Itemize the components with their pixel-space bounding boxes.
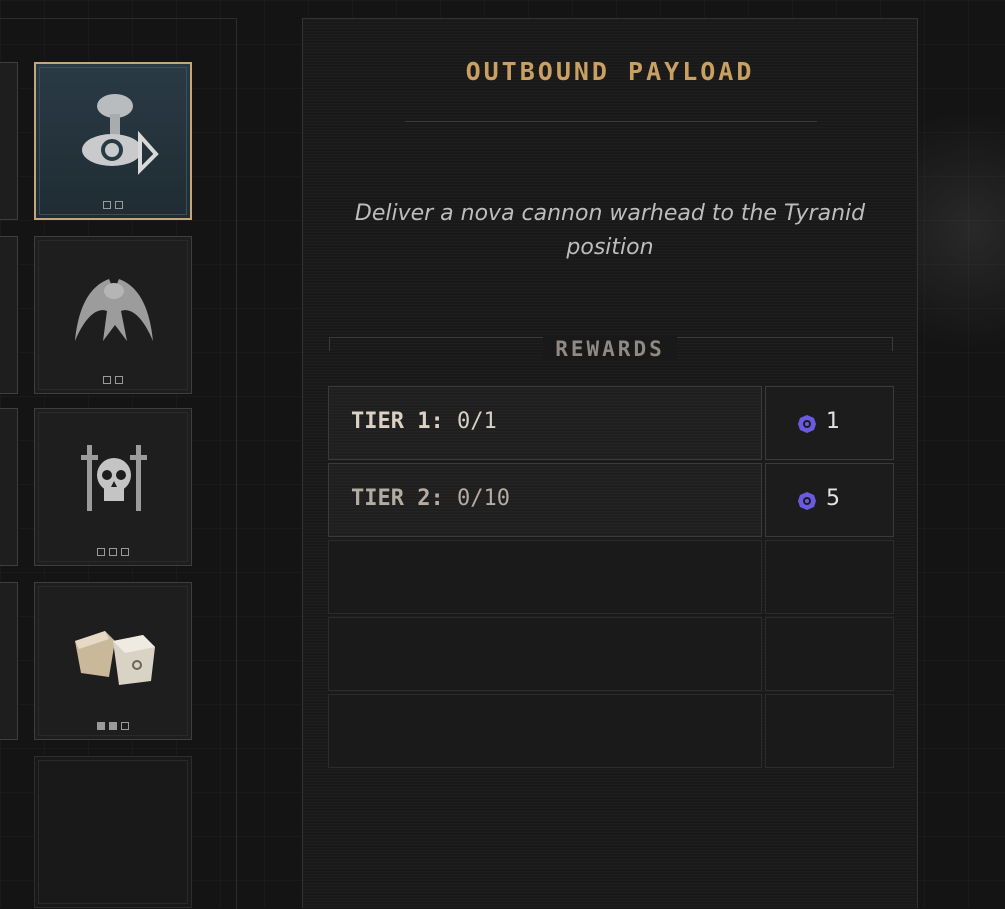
reward-row-empty [328, 617, 894, 691]
offscreen-contract-tile[interactable] [0, 62, 18, 220]
tier-pips [35, 548, 191, 556]
tier-reward-cell: 1 [765, 386, 894, 460]
supply-crates-icon [75, 631, 155, 685]
contract-tile-outbound-payload[interactable] [34, 62, 192, 220]
tier-progress-cell: TIER 2: 0/10 [328, 463, 762, 537]
requisition-icon [798, 415, 816, 433]
rewards-table: TIER 1: 0/1 1 TIER 2: 0/10 5 [328, 386, 894, 771]
contract-tile-empty [34, 756, 192, 908]
tier-progress: TIER 1: 0/1 [351, 409, 497, 434]
tier-reward-cell: 5 [765, 463, 894, 537]
tier-progress-cell: TIER 1: 0/1 [328, 386, 762, 460]
title-divider [405, 121, 817, 122]
rewards-heading-wrap: REWARDS [303, 337, 917, 361]
rewards-heading: REWARDS [543, 337, 677, 361]
empty-cell [765, 617, 894, 691]
tier-pips [36, 201, 190, 209]
tier-pips [35, 376, 191, 384]
tier-pip [103, 376, 111, 384]
tier-pip [115, 376, 123, 384]
tier-label: TIER 2: [351, 486, 444, 511]
tier-pip [121, 548, 129, 556]
reward-row-empty [328, 694, 894, 768]
tier-progress-value: 0/10 [456, 486, 510, 511]
contract-title: OUTBOUND PAYLOAD [465, 57, 755, 86]
offscreen-contract-tile[interactable] [0, 408, 18, 566]
reward-row-tier-2: TIER 2: 0/10 5 [328, 463, 894, 537]
empty-cell [328, 694, 762, 768]
tier-pip [115, 201, 123, 209]
tier-pip [109, 722, 117, 730]
tier-pip [109, 548, 117, 556]
empty-cell [328, 540, 762, 614]
contract-tile-skull-swords[interactable] [34, 408, 192, 566]
contract-tile-tyranid[interactable] [34, 236, 192, 394]
tier-pip [97, 722, 105, 730]
skull-swords-icon [81, 445, 147, 511]
reward-row-tier-1: TIER 1: 0/1 1 [328, 386, 894, 460]
contract-detail-panel: OUTBOUND PAYLOAD Deliver a nova cannon w… [302, 18, 918, 908]
contract-description: Deliver a nova cannon warhead to the Tyr… [354, 201, 866, 260]
contract-tile-supply-crates[interactable] [34, 582, 192, 740]
tier-progress: TIER 2: 0/10 [351, 486, 510, 511]
reward-amount: 5 [826, 486, 840, 511]
offscreen-contract-tile[interactable] [0, 582, 18, 740]
tier-pip [97, 548, 105, 556]
offscreen-contract-tile[interactable] [0, 236, 18, 394]
tyranid-lictor-icon [75, 279, 153, 341]
reward-amount: 1 [826, 409, 840, 434]
empty-cell [328, 617, 762, 691]
tier-pip [121, 722, 129, 730]
empty-cell [765, 540, 894, 614]
tier-pip [103, 201, 111, 209]
requisition-icon [798, 492, 816, 510]
empty-cell [765, 694, 894, 768]
tier-label: TIER 1: [351, 409, 444, 434]
tier-progress-value: 0/1 [456, 409, 497, 434]
tier-pips [35, 722, 191, 730]
reward-row-empty [328, 540, 894, 614]
nova-cannon-blast-icon [82, 94, 159, 175]
